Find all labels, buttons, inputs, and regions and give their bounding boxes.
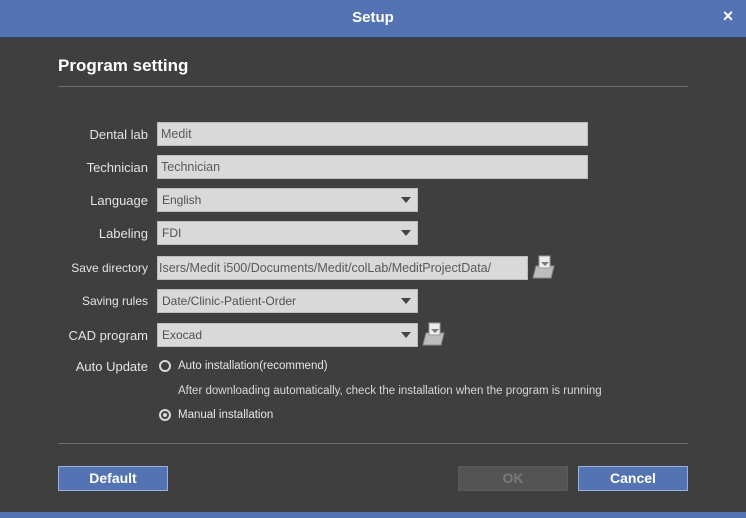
- auto-update-hint: After downloading automatically, check t…: [178, 385, 602, 397]
- saving-rules-value: Date/Clinic-Patient-Order: [162, 294, 297, 308]
- language-value: English: [162, 193, 202, 207]
- cad-program-label: CAD program: [68, 328, 148, 343]
- close-icon[interactable]: ×: [720, 6, 736, 26]
- title-bar: Setup ×: [0, 0, 746, 38]
- chevron-down-icon: [401, 298, 411, 304]
- setup-dialog: Program setting Dental lab Medit Technic…: [0, 38, 746, 512]
- ok-button[interactable]: OK: [458, 466, 568, 491]
- saving-rules-select[interactable]: Date/Clinic-Patient-Order: [157, 289, 418, 313]
- chevron-down-icon: [401, 332, 411, 338]
- labeling-select[interactable]: FDI: [157, 221, 418, 245]
- cad-program-select[interactable]: Exocad: [157, 323, 418, 347]
- dental-lab-label: Dental lab: [89, 127, 148, 142]
- dental-lab-field[interactable]: Medit: [157, 122, 588, 146]
- manual-installation-radio[interactable]: [159, 409, 171, 421]
- auto-installation-label[interactable]: Auto installation(recommend): [178, 360, 328, 372]
- cad-program-value: Exocad: [162, 328, 203, 342]
- labeling-label: Labeling: [98, 226, 148, 241]
- bottom-accent-strip: [0, 512, 746, 518]
- save-directory-field[interactable]: Isers/Medit i500/Documents/Medit/colLab/…: [157, 256, 528, 280]
- manual-installation-label[interactable]: Manual installation: [178, 409, 273, 421]
- technician-field[interactable]: Technician: [157, 155, 588, 179]
- folder-browse-icon[interactable]: [420, 321, 446, 347]
- labeling-value: FDI: [162, 226, 182, 240]
- cancel-button[interactable]: Cancel: [578, 466, 688, 491]
- language-select[interactable]: English: [157, 188, 418, 212]
- language-label: Language: [90, 193, 148, 208]
- save-directory-label: Save directory: [71, 261, 148, 275]
- top-divider: [58, 86, 688, 87]
- chevron-down-icon: [401, 197, 411, 203]
- folder-browse-icon[interactable]: [530, 254, 556, 280]
- technician-label: Technician: [86, 160, 148, 175]
- auto-installation-radio[interactable]: [159, 360, 171, 372]
- default-button[interactable]: Default: [58, 466, 168, 491]
- chevron-down-icon: [401, 230, 411, 236]
- window-title: Setup: [352, 9, 394, 26]
- section-title: Program setting: [58, 56, 189, 75]
- auto-update-label: Auto Update: [75, 359, 148, 374]
- saving-rules-label: Saving rules: [81, 294, 148, 308]
- bottom-divider: [58, 443, 688, 444]
